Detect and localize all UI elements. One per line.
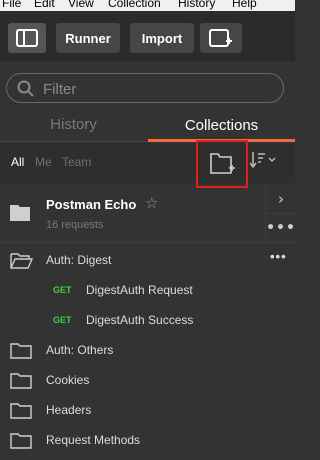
tab-collections[interactable]: Collections [148,108,295,142]
menu-view[interactable]: View [68,0,94,11]
folder-request-methods[interactable]: Request Methods [0,425,295,455]
new-window-icon [209,29,232,47]
folder-label: Auth: Digest [46,253,112,267]
folder-auth-others[interactable]: Auth: Others [0,335,295,365]
folder-icon [10,373,32,389]
collection-name: Postman Echo [46,197,137,212]
folder-auth-digest[interactable]: Auth: Digest ••• [0,245,295,275]
folder-icon [10,403,32,419]
folder-label: Auth: Others [46,343,114,357]
menu-file[interactable]: File [2,0,21,11]
request-item[interactable]: GET DigestAuth Success [0,305,295,335]
folder-cookies[interactable]: Cookies [0,365,295,395]
request-item[interactable]: GET DigestAuth Request [0,275,295,305]
method-badge: GET [53,285,72,295]
sidebar-toggle-button[interactable] [8,23,46,53]
sidebar-icon [16,29,38,47]
request-name: DigestAuth Success [86,313,194,327]
request-name: DigestAuth Request [86,283,193,297]
star-icon[interactable]: ☆ [145,194,158,212]
menu-edit[interactable]: Edit [34,0,55,11]
filter-team[interactable]: Team [62,155,91,169]
folder-label: Cookies [46,373,90,387]
folder-open-icon [10,253,34,269]
folder-more-button[interactable]: ••• [270,249,287,264]
folder-label: Request Methods [46,433,141,447]
collection-item[interactable]: Postman Echo ☆ 16 requests [0,184,295,243]
tab-history[interactable]: History [0,108,147,142]
new-tab-button[interactable] [200,23,242,53]
collection-actions: › ••• [265,184,296,242]
filter-input[interactable] [41,79,265,99]
filter-me[interactable]: Me [35,155,52,169]
method-badge: GET [53,315,72,325]
collection-request-count: 16 requests [46,219,104,231]
search-icon [17,80,34,97]
new-folder-icon [210,153,235,174]
menu-collection[interactable]: Collection [108,0,161,11]
chevron-right-icon[interactable]: › [266,184,296,214]
sort-icon [249,152,276,169]
filter-all[interactable]: All [11,155,24,169]
folder-headers[interactable]: Headers [0,395,295,425]
folder-label: Headers [46,403,92,417]
sort-button[interactable] [249,150,278,174]
menu-help[interactable]: Help [232,0,257,11]
menu-bar: File Edit View Collection History Help [0,0,295,11]
import-button[interactable]: Import [130,23,194,53]
collection-more-button[interactable]: ••• [266,214,296,242]
folder-icon [10,433,32,449]
sidebar-tabs: History Collections [0,108,295,142]
folder-icon [10,205,30,221]
new-collection-button[interactable] [196,140,248,188]
folder-icon [10,343,32,359]
toolbar: Runner Import [0,11,295,61]
menu-history[interactable]: History [178,0,215,11]
runner-button[interactable]: Runner [56,23,120,53]
filter-search-box[interactable] [6,73,284,103]
